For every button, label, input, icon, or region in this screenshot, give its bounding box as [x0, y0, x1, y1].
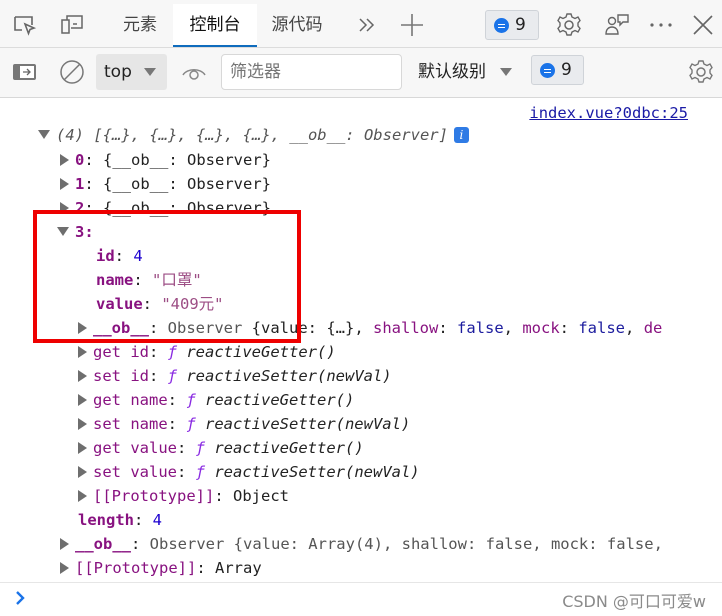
issues-badge[interactable]: 9 [485, 10, 539, 40]
prompt-chevron-icon [14, 589, 26, 611]
accessor-row[interactable]: get id: ƒ reactiveGetter() [78, 340, 336, 364]
prototype-row[interactable]: [[Prototype]]: Object [78, 484, 289, 508]
accessor-row[interactable]: get value: ƒ reactiveGetter() [78, 436, 364, 460]
prop-row-id: id: 4 [96, 247, 143, 265]
expand-triangle-icon[interactable] [78, 394, 87, 406]
device-toolbar-icon[interactable] [59, 12, 85, 38]
accessor-row[interactable]: set id: ƒ reactiveSetter(newVal) [78, 364, 392, 388]
console-toolbar: top 默认级别 9 [0, 48, 722, 98]
observer-row[interactable]: __ob__: Observer {value: {…}, shallow: f… [78, 316, 662, 340]
expand-triangle-icon[interactable] [78, 370, 87, 382]
expand-triangle-icon[interactable] [38, 130, 50, 139]
plus-icon[interactable] [399, 12, 425, 38]
expand-triangle-icon[interactable] [60, 538, 69, 550]
source-link[interactable]: index.vue?0dbc:25 [529, 104, 688, 122]
console-output: index.vue?0dbc:25 (4) [{…}, {…}, {…}, {…… [0, 98, 722, 582]
array-prototype-row[interactable]: [[Prototype]]: Array [60, 556, 262, 580]
length-row: length: 4 [78, 511, 163, 529]
info-icon[interactable]: i [453, 127, 469, 143]
expand-triangle-icon[interactable] [78, 442, 87, 454]
tab-elements[interactable]: 元素 [108, 4, 172, 47]
close-icon[interactable] [690, 12, 716, 38]
list-item[interactable]: 0: {__ob__: Observer} [60, 148, 271, 172]
expanded-item-row[interactable]: 3: [57, 220, 94, 244]
console-prompt[interactable]: CSDN @可口可爱w [0, 582, 722, 616]
array-observer-row[interactable]: __ob__: Observer {value: Array(4), shall… [60, 532, 663, 556]
expand-triangle-icon[interactable] [60, 562, 69, 574]
sidebar-toggle-icon[interactable] [12, 59, 38, 85]
inspect-element-icon[interactable] [12, 12, 38, 38]
array-summary: (4) [{…}, {…}, {…}, {…}, __ob__: Observe… [56, 126, 448, 144]
console-settings-gear-icon[interactable] [688, 59, 714, 85]
collapse-triangle-icon[interactable] [57, 227, 69, 236]
list-item[interactable]: 1: {__ob__: Observer} [60, 172, 271, 196]
more-options-icon[interactable] [648, 12, 674, 38]
caret-down-icon [500, 68, 512, 76]
accessor-row[interactable]: get name: ƒ reactiveGetter() [78, 388, 354, 412]
accessor-row[interactable]: set name: ƒ reactiveSetter(newVal) [78, 412, 410, 436]
issues-count: 9 [515, 15, 526, 35]
gear-icon[interactable] [556, 12, 582, 38]
live-expression-eye-icon[interactable] [181, 60, 207, 86]
issues-badge-toolbar[interactable]: 9 [531, 55, 584, 85]
message-icon [494, 17, 509, 33]
expand-triangle-icon[interactable] [60, 202, 69, 214]
prop-row-name: name: "口罩" [96, 271, 202, 289]
context-value: top [104, 62, 132, 82]
log-levels-dropdown[interactable]: 默认级别 [418, 54, 512, 90]
expand-triangle-icon[interactable] [78, 418, 87, 430]
issues-count: 9 [561, 60, 572, 80]
expand-triangle-icon[interactable] [60, 154, 69, 166]
double-chevron-right-icon[interactable] [354, 12, 380, 38]
prop-row-value: value: "409元" [96, 295, 224, 313]
feedback-icon[interactable] [604, 12, 630, 38]
array-summary-row[interactable]: (4) [{…}, {…}, {…}, {…}, __ob__: Observe… [38, 123, 469, 147]
tab-console[interactable]: 控制台 [173, 4, 257, 47]
expand-triangle-icon[interactable] [78, 322, 87, 334]
devtools-tabbar: 元素 控制台 源代码 9 [0, 0, 722, 48]
caret-down-icon [144, 68, 156, 76]
log-levels-label: 默认级别 [418, 62, 486, 82]
expand-triangle-icon[interactable] [78, 346, 87, 358]
context-selector[interactable]: top [96, 54, 167, 90]
tab-sources[interactable]: 源代码 [258, 4, 336, 47]
accessor-row[interactable]: set value: ƒ reactiveSetter(newVal) [78, 460, 420, 484]
expand-triangle-icon[interactable] [78, 490, 87, 502]
message-icon [540, 62, 555, 78]
clear-console-icon[interactable] [59, 59, 85, 85]
expand-triangle-icon[interactable] [60, 178, 69, 190]
watermark: CSDN @可口可爱w [562, 592, 706, 611]
list-item[interactable]: 2: {__ob__: Observer} [60, 196, 271, 220]
filter-input[interactable] [221, 54, 402, 90]
expand-triangle-icon[interactable] [78, 466, 87, 478]
